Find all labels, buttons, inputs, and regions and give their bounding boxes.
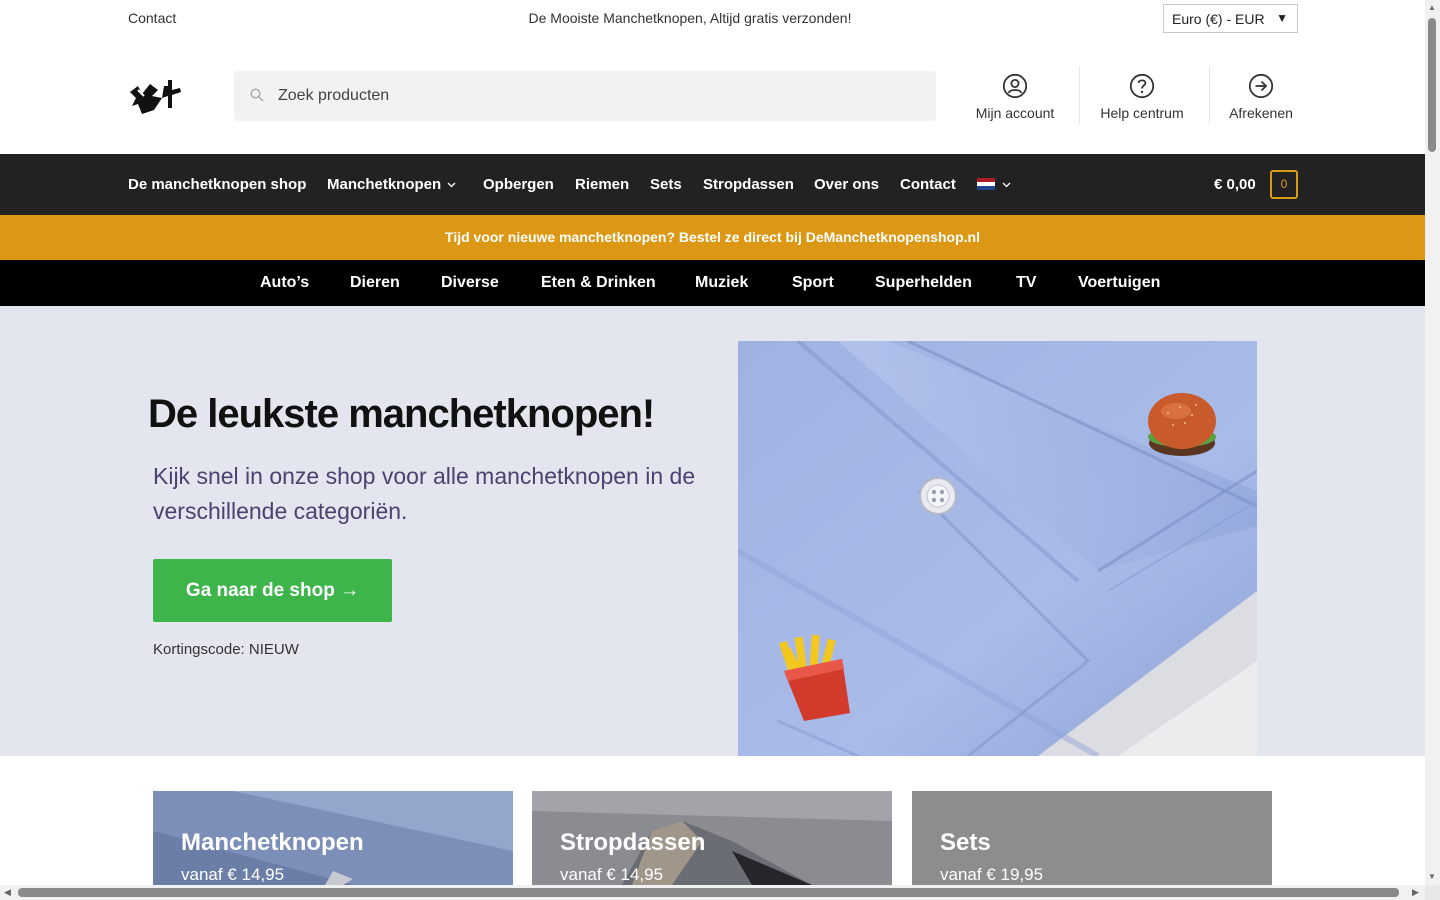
currency-value: Euro (€) - EUR — [1172, 11, 1265, 27]
category-card-stropdassen[interactable]: Stropdassen vanaf € 14,95 — [532, 791, 892, 885]
card-title: Manchetknopen — [181, 829, 364, 856]
help-center-label: Help centrum — [1100, 105, 1184, 121]
discount-code: Kortingscode: NIEUW — [153, 641, 299, 658]
category-card-sets[interactable]: Sets vanaf € 19,95 — [912, 791, 1272, 885]
shop-logo[interactable] — [128, 76, 188, 116]
go-to-shop-button[interactable]: Ga naar de shop → — [153, 559, 392, 622]
horizontal-scrollbar[interactable]: ◀ ▶ — [0, 885, 1425, 900]
card-price: vanaf € 19,95 — [940, 865, 1044, 884]
nav-item-shop[interactable]: De manchetknopen shop — [128, 176, 306, 193]
page: Contact De Mooiste Manchetknopen, Altijd… — [0, 0, 1425, 885]
nav-item-contact[interactable]: Contact — [900, 176, 956, 193]
category-eten-drinken[interactable]: Eten & Drinken — [541, 274, 656, 292]
my-account-link[interactable]: Mijn account — [968, 66, 1062, 126]
category-diverse[interactable]: Diverse — [441, 274, 499, 292]
announcement-bar[interactable]: Tijd voor nieuwe manchetknopen? Bestel z… — [0, 215, 1425, 260]
nav-item-label: Manchetknopen — [327, 176, 442, 193]
scroll-right-icon[interactable]: ▶ — [1412, 887, 1419, 898]
chevron-down-icon — [447, 182, 456, 188]
search-bar — [234, 71, 936, 121]
help-center-link[interactable]: Help centrum — [1092, 66, 1192, 126]
nav-item-over-ons[interactable]: Over ons — [814, 176, 879, 193]
category-superhelden[interactable]: Superhelden — [875, 274, 972, 292]
vertical-scrollbar[interactable]: ▲ ▼ — [1425, 0, 1440, 885]
scroll-left-icon[interactable]: ◀ — [4, 887, 11, 898]
header-divider — [1209, 66, 1210, 124]
user-icon — [1002, 73, 1028, 99]
scrollbar-corner — [1425, 885, 1440, 900]
nav-item-sets[interactable]: Sets — [650, 176, 682, 193]
header-divider — [1079, 66, 1080, 124]
checkout-link[interactable]: Afrekenen — [1222, 66, 1300, 126]
question-icon — [1129, 73, 1155, 99]
search-icon — [250, 88, 264, 102]
dutch-flag-icon[interactable] — [977, 178, 995, 190]
card-title: Stropdassen — [560, 829, 706, 856]
nav-item-riemen[interactable]: Riemen — [575, 176, 629, 193]
scroll-down-icon[interactable]: ▼ — [1428, 872, 1436, 881]
category-card-manchetknopen[interactable]: Manchetknopen vanaf € 14,95 — [153, 791, 513, 885]
card-price: vanaf € 14,95 — [560, 865, 664, 884]
hero-lead: Kijk snel in onze shop voor alle manchet… — [153, 463, 696, 524]
category-sport[interactable]: Sport — [792, 274, 834, 292]
vertical-scroll-thumb[interactable] — [1428, 18, 1436, 152]
nav-item-stropdassen[interactable]: Stropdassen — [703, 176, 794, 193]
scroll-up-icon[interactable]: ▲ — [1428, 3, 1436, 12]
my-account-label: Mijn account — [975, 105, 1055, 121]
nav-item-manchetknopen[interactable]: Manchetknopen — [327, 176, 456, 193]
category-tv[interactable]: TV — [1016, 274, 1036, 292]
nav-item-opbergen[interactable]: Opbergen — [483, 176, 554, 193]
cart-total[interactable]: € 0,00 — [1214, 176, 1256, 193]
currency-select[interactable]: Euro (€) - EUR ▼ — [1163, 4, 1298, 33]
category-dieren[interactable]: Dieren — [350, 274, 400, 292]
hero-cufflinks-photo — [738, 341, 1257, 756]
cart-count-badge[interactable]: 0 — [1270, 170, 1298, 199]
arrow-right-icon — [1248, 73, 1274, 99]
main-nav: De manchetknopen shop Manchetknopen Opbe… — [0, 154, 1425, 215]
card-title: Sets — [940, 829, 991, 856]
top-bar: Contact De Mooiste Manchetknopen, Altijd… — [0, 0, 1425, 38]
category-voertuigen[interactable]: Voertuigen — [1078, 274, 1160, 292]
search-input[interactable] — [278, 71, 918, 121]
category-muziek[interactable]: Muziek — [695, 274, 748, 292]
card-price: vanaf € 14,95 — [181, 865, 285, 884]
hero-title: De leukste manchetknopen! — [148, 392, 655, 436]
checkout-label: Afrekenen — [1229, 105, 1293, 121]
horizontal-scroll-thumb[interactable] — [18, 888, 1399, 897]
caret-down-icon: ▼ — [1276, 11, 1288, 25]
category-nav: Auto’s Dieren Diverse Eten & Drinken Muz… — [0, 260, 1425, 306]
category-autos[interactable]: Auto’s — [260, 274, 309, 292]
hero-banner: De leukste manchetknopen! Kijk snel in o… — [0, 306, 1425, 756]
chevron-down-icon[interactable] — [1002, 182, 1011, 188]
